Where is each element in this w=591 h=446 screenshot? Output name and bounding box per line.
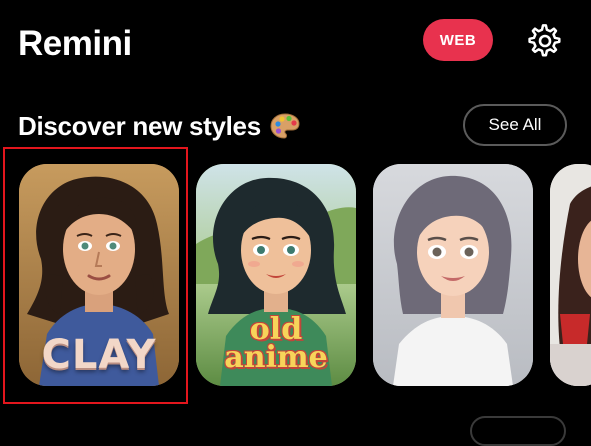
style-card-3d[interactable] bbox=[373, 164, 533, 386]
settings-button[interactable] bbox=[526, 22, 564, 60]
old-anime-label-line2: anime bbox=[224, 340, 328, 375]
web-button[interactable]: WEB bbox=[423, 19, 493, 61]
section-header: Discover new styles bbox=[18, 106, 301, 146]
clay-style-label: CLAY bbox=[41, 332, 157, 378]
style-card-partial[interactable] bbox=[550, 164, 591, 386]
next-section-button-peek bbox=[470, 416, 566, 446]
gear-icon bbox=[528, 24, 561, 57]
see-all-button[interactable]: See All bbox=[463, 104, 567, 146]
section-title: Discover new styles bbox=[18, 110, 261, 141]
partial-portrait-image bbox=[550, 164, 591, 386]
artist-palette-icon bbox=[270, 113, 300, 139]
styles-carousel[interactable]: CLAY old anime bbox=[0, 160, 591, 400]
style-card-old-anime[interactable]: old anime bbox=[196, 164, 356, 386]
style-card-clay[interactable]: CLAY bbox=[19, 164, 179, 386]
app-title: Remini bbox=[18, 24, 132, 63]
3d-portrait-image bbox=[373, 164, 533, 386]
